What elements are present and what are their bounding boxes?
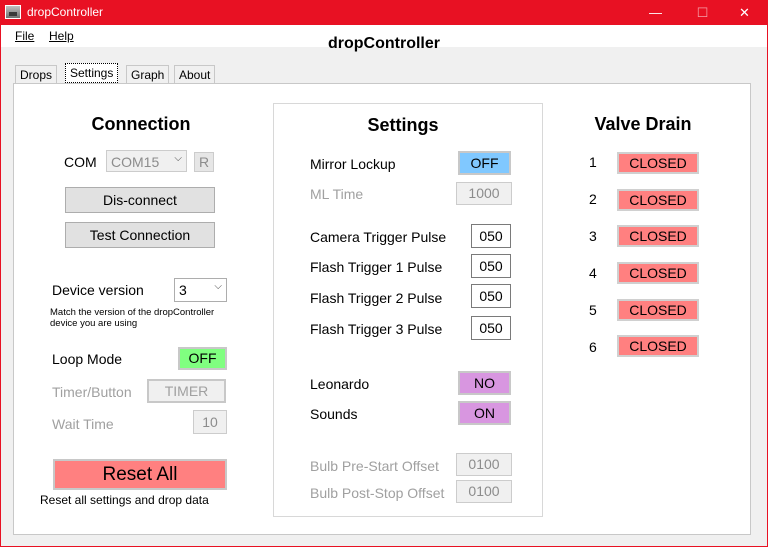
chevron-down-icon: ⌵: [214, 281, 222, 292]
leonardo-toggle[interactable]: NO: [458, 371, 511, 395]
flash-trigger-3-input[interactable]: 050: [471, 316, 511, 340]
device-version-hint: Match the version of the dropController …: [50, 307, 215, 329]
valve-number: 1: [589, 154, 597, 170]
flash-trigger-1-input[interactable]: 050: [471, 254, 511, 278]
page-title: dropController: [328, 35, 440, 52]
valve-number: 5: [589, 302, 597, 318]
valve-drain-heading: Valve Drain: [594, 114, 692, 134]
wait-time-input[interactable]: 10: [193, 410, 227, 434]
mirror-lockup-label: Mirror Lockup: [310, 156, 396, 172]
title-bar[interactable]: dropController — ☐ ✕: [1, 1, 767, 25]
valve-number: 2: [589, 191, 597, 207]
connection-heading: Connection: [91, 114, 191, 134]
flash-trigger-2-label: Flash Trigger 2 Pulse: [310, 290, 443, 306]
device-version-select[interactable]: 3 ⌵: [174, 278, 227, 302]
valve-number: 3: [589, 228, 597, 244]
com-port-select[interactable]: COM15 ⌵: [106, 150, 187, 172]
valve-4-button[interactable]: CLOSED: [617, 262, 699, 284]
valve-number: 4: [589, 265, 597, 281]
ml-time-input[interactable]: 1000: [456, 182, 512, 205]
valve-3-button[interactable]: CLOSED: [617, 225, 699, 247]
minimize-button[interactable]: —: [633, 1, 678, 25]
valve-5-button[interactable]: CLOSED: [617, 299, 699, 321]
test-connection-button[interactable]: Test Connection: [65, 222, 215, 248]
close-button[interactable]: ✕: [722, 1, 767, 25]
device-version-label: Device version: [52, 282, 144, 298]
device-version-value: 3: [179, 282, 187, 298]
sounds-toggle[interactable]: ON: [458, 401, 511, 425]
tab-drops[interactable]: Drops: [15, 65, 58, 83]
timer-button-label: Timer/Button: [52, 384, 132, 400]
bulb-pre-start-label: Bulb Pre-Start Offset: [310, 458, 439, 474]
timer-button-toggle[interactable]: TIMER: [147, 379, 226, 403]
app-window: dropController — ☐ ✕ File Help dropContr…: [0, 0, 768, 547]
valve-2-button[interactable]: CLOSED: [617, 189, 699, 211]
com-label: COM: [64, 154, 97, 170]
window-title: dropController: [27, 5, 104, 19]
reset-all-button[interactable]: Reset All: [53, 459, 227, 490]
com-port-value: COM15: [111, 154, 160, 170]
tab-about[interactable]: About: [174, 65, 216, 83]
refresh-com-button[interactable]: R: [194, 152, 214, 172]
reset-hint: Reset all settings and drop data: [40, 493, 209, 507]
camera-trigger-label: Camera Trigger Pulse: [310, 229, 447, 245]
leonardo-label: Leonardo: [310, 376, 370, 392]
wait-time-label: Wait Time: [52, 416, 114, 432]
loop-mode-toggle[interactable]: OFF: [178, 347, 227, 370]
bulb-post-stop-input[interactable]: 0100: [456, 480, 512, 503]
sounds-label: Sounds: [310, 406, 358, 422]
chevron-down-icon: ⌵: [174, 153, 182, 164]
app-icon: [5, 5, 21, 19]
tab-settings[interactable]: Settings: [65, 63, 119, 83]
tab-graph[interactable]: Graph: [126, 65, 170, 83]
flash-trigger-2-input[interactable]: 050: [471, 284, 511, 308]
valve-1-button[interactable]: CLOSED: [617, 152, 699, 174]
settings-heading: Settings: [367, 115, 439, 135]
bulb-pre-start-input[interactable]: 0100: [456, 453, 512, 476]
bulb-post-stop-label: Bulb Post-Stop Offset: [310, 485, 445, 501]
flash-trigger-1-label: Flash Trigger 1 Pulse: [310, 259, 443, 275]
ml-time-label: ML Time: [310, 186, 364, 202]
disconnect-button[interactable]: Dis-connect: [65, 187, 215, 213]
maximize-button[interactable]: ☐: [680, 1, 725, 25]
valve-6-button[interactable]: CLOSED: [617, 335, 699, 357]
valve-number: 6: [589, 339, 597, 355]
flash-trigger-3-label: Flash Trigger 3 Pulse: [310, 321, 443, 337]
mirror-lockup-toggle[interactable]: OFF: [458, 151, 511, 175]
loop-mode-label: Loop Mode: [52, 351, 123, 367]
camera-trigger-input[interactable]: 050: [471, 224, 511, 248]
